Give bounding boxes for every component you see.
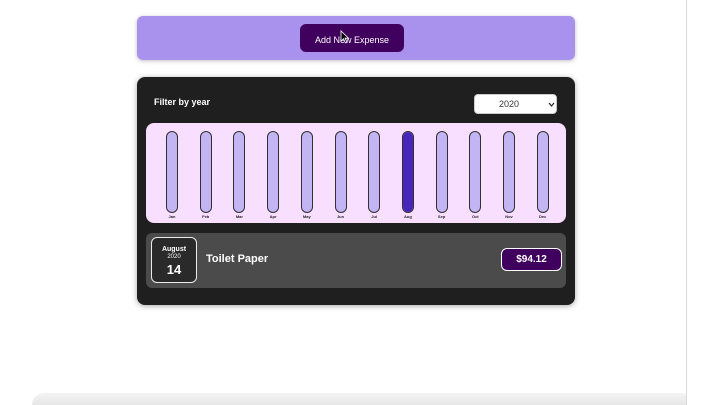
expense-date-month: August [161, 246, 187, 253]
chart-bar-track [368, 131, 381, 213]
expense-item[interactable]: August 2020 14 Toilet Paper $94.12 [146, 233, 566, 288]
chart-bar-nov: Nov [502, 131, 516, 219]
chart-bar-track [300, 131, 313, 213]
chart-bar-label: Jan [168, 214, 176, 219]
chart-bar-label: Jun [336, 214, 345, 219]
add-new-expense-button[interactable]: Add New Expense [300, 24, 404, 52]
chart-bar-label: Apr [269, 214, 277, 219]
chart-bar-track [334, 131, 347, 213]
chart-bar-apr: Apr [266, 131, 280, 219]
chart-bar-mar: Mar [232, 131, 246, 219]
chart-bar-jun: Jun [334, 131, 348, 219]
new-expense-panel: Add New Expense [137, 16, 575, 60]
chart-bar-label: Dec [539, 214, 547, 219]
chevron-down-icon [548, 102, 555, 107]
chart-bar-may: May [300, 131, 314, 219]
chart-bar-fill [402, 132, 413, 212]
chart-bar-track [536, 131, 549, 213]
chart-bar-feb: Feb [199, 131, 213, 219]
expense-title: Toilet Paper [206, 253, 269, 265]
mouse-cursor-icon [340, 30, 350, 44]
chart-bar-track [435, 131, 448, 213]
chart-bar-track [503, 131, 515, 213]
chart-bar-track [267, 131, 280, 213]
expense-date-year: 2020 [167, 254, 181, 260]
chart-bar-label: Oct [471, 214, 479, 219]
expense-date-day: 14 [166, 262, 182, 277]
chart-bar-track [401, 131, 414, 213]
expense-date: August 2020 14 [151, 237, 197, 283]
chart-bar-label: Nov [505, 214, 513, 219]
expense-amount: $94.12 [501, 248, 562, 271]
chart-bar-track [233, 131, 246, 213]
chart-bar-label: Feb [202, 214, 210, 219]
chart-bar-label: Aug [404, 214, 412, 219]
expenses-card: Filter by year 2020 Jan Feb Mar Apr May Jun Ju… [137, 77, 575, 305]
chart-bar-label: Mar [235, 214, 243, 219]
expenses-chart: Jan Feb Mar Apr May Jun Jul Aug Sep Oct Nov Dec [146, 123, 566, 223]
bottom-shadow [32, 393, 686, 405]
chart-bar-label: Sep [437, 214, 446, 219]
chart-bar-label: May [302, 214, 311, 219]
chart-bar-dec: Dec [536, 131, 550, 219]
filter-label: Filter by year [154, 97, 211, 107]
chart-bar-track [469, 131, 482, 213]
chart-bar-aug: Aug [401, 131, 415, 219]
chart-bar-label: Jul [371, 214, 378, 219]
chart-bar-track [199, 131, 212, 213]
chart-bar-sep: Sep [435, 131, 449, 219]
chart-bar-jan: Jan [165, 131, 179, 219]
chart-bar-track [166, 131, 178, 213]
chart-bar-jul: Jul [367, 131, 381, 219]
window-edge [686, 0, 687, 405]
chart-bar-oct: Oct [468, 131, 482, 219]
year-select[interactable]: 2020 [474, 94, 557, 114]
selected-year: 2020 [499, 99, 520, 109]
